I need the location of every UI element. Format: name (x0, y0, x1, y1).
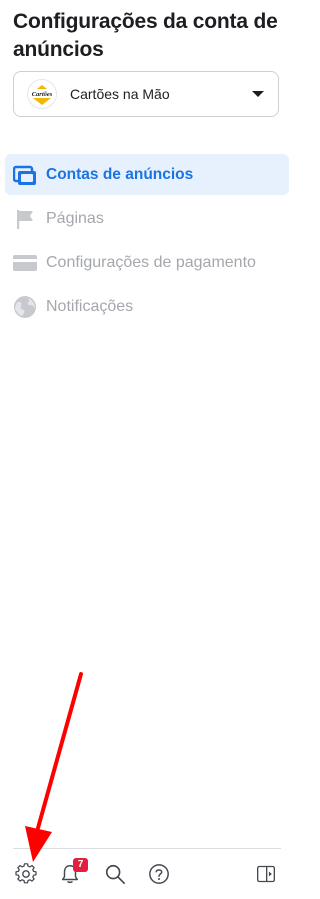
nav-item-label: Páginas (46, 209, 104, 227)
account-logo-text: Cartões (32, 91, 53, 98)
globe-icon (12, 294, 38, 320)
gear-icon (15, 863, 37, 884)
notification-count-badge: 7 (73, 858, 88, 872)
search-button[interactable] (101, 860, 129, 888)
panel-toggle-icon (257, 865, 275, 883)
nav-item-pages[interactable]: Páginas (5, 198, 289, 239)
account-name: Cartões na Mão (70, 86, 170, 102)
nav-item-ad-accounts[interactable]: Contas de anúncios (5, 154, 289, 195)
credit-card-icon (12, 250, 38, 276)
nav-item-notifications[interactable]: Notificações (5, 286, 289, 327)
nav-item-payment-settings[interactable]: Configurações de pagamento (5, 242, 289, 283)
account-selector-dropdown[interactable]: Cartões Cartões na Mão (13, 71, 279, 117)
footer-divider (13, 848, 281, 849)
panel-toggle-button[interactable] (252, 860, 280, 888)
flag-icon (12, 206, 38, 232)
settings-button[interactable] (12, 860, 40, 888)
help-icon (149, 864, 169, 884)
annotation-arrow-icon (25, 672, 83, 862)
search-icon (105, 864, 125, 884)
ad-accounts-icon (12, 162, 38, 188)
footer-toolbar: 7 (0, 856, 295, 892)
nav-item-label: Configurações de pagamento (46, 253, 256, 271)
settings-nav: Contas de anúncios Páginas Configurações… (5, 154, 289, 330)
account-logo-icon: Cartões (30, 82, 54, 106)
nav-item-label: Notificações (46, 297, 134, 315)
nav-item-label: Contas de anúncios (46, 165, 194, 183)
chevron-down-icon (252, 91, 264, 97)
help-button[interactable] (145, 860, 173, 888)
page-title: Configurações da conta de anúncios (13, 10, 278, 61)
account-logo: Cartões (27, 79, 57, 109)
